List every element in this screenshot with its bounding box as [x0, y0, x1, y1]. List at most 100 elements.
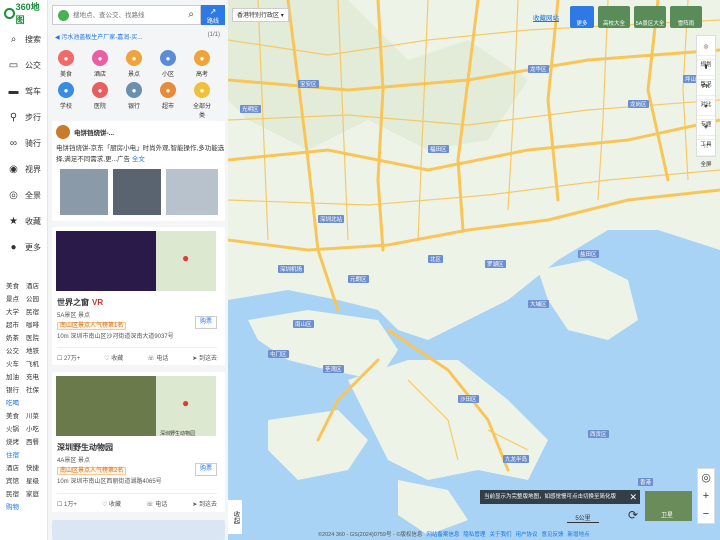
map-canvas[interactable]: 龙华区 光明区 宝安区 龙岗区 南山区 福田区 罗湖区 盐田区 坪山区 深圳北站 深圳机场 香港 九龙半… [228, 0, 720, 540]
category-7[interactable]: ● 银行 [123, 82, 145, 110]
nav-eye[interactable]: ◉ 视界 [0, 156, 47, 182]
category-link[interactable]: 美食 [6, 410, 26, 423]
category-row: 美食 酒店 [6, 280, 46, 293]
logo[interactable]: 360地图 [0, 0, 47, 26]
category-link[interactable]: 购物 [6, 501, 27, 514]
category-5[interactable]: ● 学校 [55, 82, 77, 110]
category-link[interactable]: 大学 [6, 306, 26, 319]
category-link[interactable]: 社保 [26, 384, 46, 397]
category-link[interactable]: 美食 [6, 280, 26, 293]
collapse-button[interactable]: 收起 [228, 500, 242, 534]
favorite-site-link[interactable]: 收藏网站 [533, 12, 559, 22]
category-9[interactable]: ● 全部分类 [191, 82, 213, 119]
category-link[interactable]: 奶茶 [6, 332, 26, 345]
category-link[interactable]: 公交 [6, 345, 26, 358]
category-link[interactable]: 地铁 [26, 345, 46, 358]
category-link[interactable]: 川菜 [26, 410, 46, 423]
buy-ticket-button[interactable]: 购票 [195, 463, 217, 476]
category-link[interactable]: 烧烤 [6, 436, 26, 449]
category-4[interactable]: ● 高考 [191, 50, 213, 78]
category-6[interactable]: ● 医院 [89, 82, 111, 110]
5a-scenic-button[interactable]: 5A景区大全 [634, 6, 666, 28]
category-link[interactable]: 酒店 [6, 462, 26, 475]
category-8[interactable]: ● 超市 [157, 82, 179, 110]
locate-button[interactable]: ◎ [698, 469, 714, 487]
ad-card[interactable]: 电饼铛烧饼-... 电饼铛烧饼-京东「厨房小电」时尚外观,智能操作,多功能选择,… [52, 121, 225, 221]
route-button[interactable]: ↗ 路线 [201, 5, 225, 25]
category-link[interactable]: 酒店 [26, 280, 46, 293]
poi-card-2[interactable]: ● 深圳野生动物园 深圳野生动物园 4A景区 景点 南山区景点人气榜第2名 10m… [52, 372, 225, 512]
satellite-toggle[interactable]: 卫星 [645, 491, 692, 521]
plan-tool[interactable]: ◎ 规划 [697, 36, 715, 68]
category-link[interactable]: 宾馆 [6, 475, 26, 488]
category-link[interactable]: 住宿 [6, 449, 27, 462]
nav-bus[interactable]: ▭ 公交 [0, 52, 47, 78]
category-1[interactable]: ● 酒店 [89, 50, 111, 78]
category-link[interactable]: 小吃 [26, 423, 46, 436]
nav-bike[interactable]: ∞ 骑行 [0, 130, 47, 156]
nav-panorama[interactable]: ◎ 全景 [0, 182, 47, 208]
footer-link[interactable]: 用户协议 [515, 532, 537, 538]
category-link[interactable]: 银行 [6, 384, 26, 397]
zoom-out-button[interactable]: − [698, 505, 714, 523]
category-link[interactable]: 景点 [6, 293, 26, 306]
category-link[interactable]: 加油 [6, 371, 26, 384]
simplified-banner[interactable]: 当前显示为完整版地图，如感觉慢可点击切换至简化版 ✕ [480, 490, 640, 504]
footer-link[interactable]: 网站备案信息 [426, 532, 459, 538]
phone-button[interactable]: ☏ 电话 [147, 353, 168, 362]
category-link[interactable]: 民宿 [26, 306, 46, 319]
nav-walk[interactable]: ⚲ 步行 [0, 104, 47, 130]
nav-more[interactable]: ● 更多 [0, 234, 47, 260]
nav-car[interactable]: ▬ 驾车 [0, 78, 47, 104]
phone-button[interactable]: ☏ 电话 [146, 499, 167, 508]
buy-ticket-button[interactable]: 购票 [195, 316, 217, 329]
poi-title[interactable]: 深圳野生动物园 [57, 442, 113, 453]
footer-link[interactable]: 新增地点 [567, 532, 589, 538]
favorite-button[interactable]: ♡ 收藏 [104, 353, 123, 362]
close-icon[interactable]: ✕ [629, 490, 637, 504]
go-here-button[interactable]: ➤ 到这去 [192, 499, 217, 508]
category-link[interactable]: 快捷 [26, 462, 46, 475]
category-link[interactable]: 民宿 [6, 488, 26, 501]
more-button[interactable]: 更多 [570, 6, 594, 28]
colleges-button[interactable]: 高校大全 [598, 6, 630, 28]
category-3[interactable]: ● 小区 [157, 50, 179, 78]
category-link[interactable]: 家庭 [26, 488, 46, 501]
footer-link[interactable]: 意见反馈 [541, 532, 563, 538]
category-0[interactable]: ● 美食 [55, 50, 77, 78]
footer-link[interactable]: 关于我们 [489, 532, 511, 538]
nav-search[interactable]: ⌕ 搜索 [0, 26, 47, 52]
zoom-in-button[interactable]: + [698, 487, 714, 505]
notice-bar[interactable]: ◀ 污水池盖板生产厂家-嘉润-买... (1/1) [55, 32, 220, 41]
category-link[interactable]: 星级 [26, 475, 46, 488]
weather-button[interactable]: 雪阵雨 [670, 6, 702, 28]
category-link[interactable]: 公园 [26, 293, 46, 306]
category-link[interactable]: 火锅 [6, 423, 26, 436]
category-link[interactable]: 咖啡 [26, 319, 46, 332]
district-label: 福田区 [428, 145, 449, 153]
comment-button[interactable]: ☐ 1万+ [57, 499, 77, 508]
favorite-button[interactable]: ♡ 收藏 [102, 499, 121, 508]
ad-more-link[interactable]: 全文 [132, 156, 145, 163]
search-input[interactable] [73, 8, 173, 22]
category-link[interactable]: 吃喝 [6, 397, 27, 410]
poi-card-1[interactable]: ● 世界之窗 VR 5A景区 景点 南山区景点人气榜第1名 10m 深圳市南山区沙… [52, 227, 225, 365]
refresh-icon[interactable]: ⟳ [628, 508, 638, 522]
region-selector[interactable]: 香港特别行政区 ▾ [232, 8, 289, 22]
category-link[interactable]: 超市 [6, 319, 26, 332]
category-row: 加油 充电 [6, 371, 46, 384]
go-here-button[interactable]: ➤ 到这去 [192, 353, 217, 362]
poi-title[interactable]: 世界之窗 VR [57, 297, 103, 308]
comment-button[interactable]: ☐ 27万+ [57, 353, 80, 362]
category-link[interactable]: 飞机 [26, 358, 46, 371]
nav-favorite[interactable]: ★ 收藏 [0, 208, 47, 234]
category-2[interactable]: ● 景点 [123, 50, 145, 78]
vr-badge[interactable]: VR [92, 298, 103, 307]
category-link[interactable]: 西餐 [26, 436, 46, 449]
category-link[interactable]: 充电 [26, 371, 46, 384]
category-link[interactable]: 火车 [6, 358, 26, 371]
footer-link[interactable]: 隐私管理 [463, 532, 485, 538]
category-link[interactable]: 医院 [26, 332, 46, 345]
poi-card-3[interactable] [52, 520, 225, 540]
search-icon[interactable]: ⌕ [188, 9, 194, 20]
